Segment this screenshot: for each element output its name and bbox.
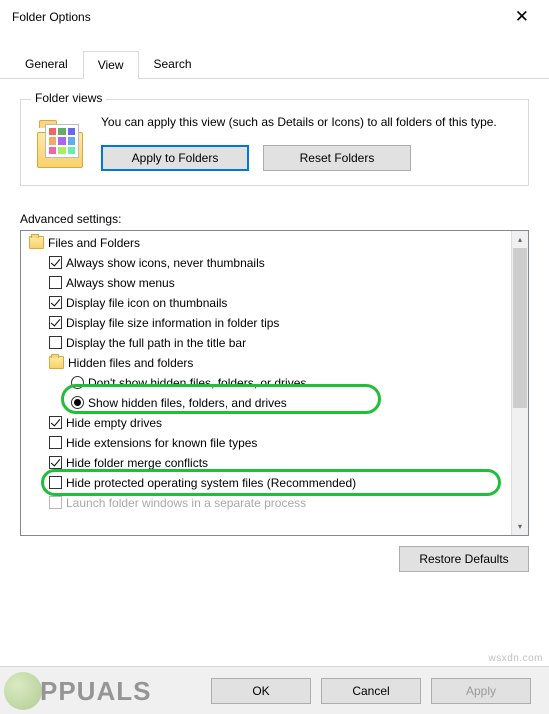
- checkbox-icon[interactable]: [49, 416, 62, 429]
- opt-hide-ext[interactable]: Hide extensions for known file types: [23, 433, 509, 453]
- scroll-up-icon[interactable]: ▴: [512, 231, 528, 248]
- opt-label: Display the full path in the title bar: [66, 337, 246, 349]
- reset-folders-button[interactable]: Reset Folders: [263, 145, 411, 171]
- checkbox-icon[interactable]: [49, 496, 62, 509]
- checkbox-icon[interactable]: [49, 256, 62, 269]
- opt-label: Always show icons, never thumbnails: [66, 257, 265, 269]
- avatar-icon: [4, 672, 42, 710]
- tree-root-files-folders[interactable]: Files and Folders: [23, 233, 509, 253]
- folder-type-icon: [37, 118, 87, 168]
- window-title: Folder Options: [12, 10, 91, 24]
- radio-icon[interactable]: [71, 376, 84, 389]
- opt-label: Hide empty drives: [66, 417, 162, 429]
- scroll-down-icon[interactable]: ▾: [512, 518, 528, 535]
- opt-label: Hide extensions for known file types: [66, 437, 257, 449]
- scrollbar[interactable]: ▴ ▾: [511, 231, 528, 535]
- opt-label: Display file size information in folder …: [66, 317, 279, 329]
- opt-label: Display file icon on thumbnails: [66, 297, 227, 309]
- opt-label: Show hidden files, folders, and drives: [88, 397, 287, 409]
- titlebar: Folder Options ✕: [0, 0, 549, 34]
- opt-show-hidden[interactable]: Show hidden files, folders, and drives: [23, 393, 509, 413]
- folder-icon: [49, 356, 64, 369]
- cancel-button[interactable]: Cancel: [321, 678, 421, 704]
- checkbox-icon[interactable]: [49, 436, 62, 449]
- checkbox-icon[interactable]: [49, 476, 62, 489]
- checkbox-icon[interactable]: [49, 296, 62, 309]
- opt-label: Always show menus: [66, 277, 175, 289]
- folder-icon: [29, 236, 44, 249]
- opt-label: Hide protected operating system files (R…: [66, 477, 356, 489]
- opt-launch-separate[interactable]: Launch folder windows in a separate proc…: [23, 493, 509, 513]
- tab-general[interactable]: General: [10, 50, 83, 78]
- opt-dont-show-hidden[interactable]: Don't show hidden files, folders, or dri…: [23, 373, 509, 393]
- scroll-thumb[interactable]: [513, 248, 527, 408]
- radio-icon[interactable]: [71, 396, 84, 409]
- checkbox-icon[interactable]: [49, 316, 62, 329]
- restore-defaults-button[interactable]: Restore Defaults: [399, 546, 529, 572]
- opt-file-icon-thumb[interactable]: Display file icon on thumbnails: [23, 293, 509, 313]
- apply-to-folders-button[interactable]: Apply to Folders: [101, 145, 249, 171]
- advanced-settings-tree: Files and Folders Always show icons, nev…: [20, 230, 529, 536]
- watermark-logo: PPUALS: [4, 672, 151, 710]
- tab-strip: General View Search: [0, 50, 549, 79]
- close-icon[interactable]: ✕: [507, 7, 537, 27]
- opt-full-path-title[interactable]: Display the full path in the title bar: [23, 333, 509, 353]
- tree-hidden-group[interactable]: Hidden files and folders: [23, 353, 509, 373]
- checkbox-icon[interactable]: [49, 276, 62, 289]
- opt-always-menus[interactable]: Always show menus: [23, 273, 509, 293]
- folder-views-group: Folder views You can apply this view (su…: [20, 99, 529, 186]
- advanced-settings-label: Advanced settings:: [20, 212, 529, 226]
- folder-views-label: Folder views: [31, 91, 106, 105]
- opt-label: Don't show hidden files, folders, or dri…: [88, 377, 306, 389]
- scroll-track[interactable]: [512, 248, 528, 518]
- opt-label: Launch folder windows in a separate proc…: [66, 497, 306, 509]
- tab-content: Folder views You can apply this view (su…: [0, 79, 549, 578]
- tree-label: Files and Folders: [48, 237, 140, 249]
- credit-text: wsxdn.com: [488, 653, 543, 664]
- opt-always-icons[interactable]: Always show icons, never thumbnails: [23, 253, 509, 273]
- tree-label: Hidden files and folders: [68, 357, 193, 369]
- opt-file-size-tips[interactable]: Display file size information in folder …: [23, 313, 509, 333]
- tab-view[interactable]: View: [83, 51, 139, 79]
- ok-button[interactable]: OK: [211, 678, 311, 704]
- apply-button: Apply: [431, 678, 531, 704]
- checkbox-icon[interactable]: [49, 336, 62, 349]
- folder-views-description: You can apply this view (such as Details…: [101, 114, 516, 131]
- checkbox-icon[interactable]: [49, 456, 62, 469]
- opt-hide-protected[interactable]: Hide protected operating system files (R…: [23, 473, 509, 493]
- opt-hide-merge[interactable]: Hide folder merge conflicts: [23, 453, 509, 473]
- opt-hide-empty[interactable]: Hide empty drives: [23, 413, 509, 433]
- watermark-text: PPUALS: [40, 676, 151, 707]
- opt-label: Hide folder merge conflicts: [66, 457, 208, 469]
- tab-search[interactable]: Search: [139, 50, 207, 78]
